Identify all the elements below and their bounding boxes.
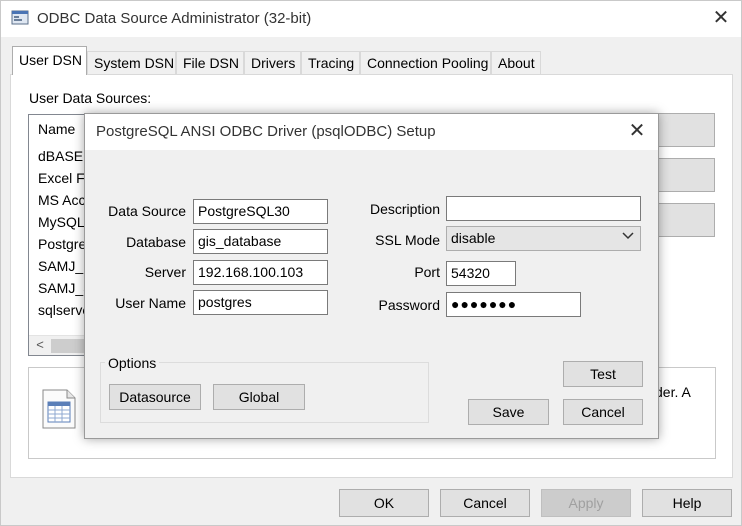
- tab-about[interactable]: About: [491, 51, 541, 74]
- user-name-label: User Name: [115, 295, 186, 311]
- test-button[interactable]: Test: [563, 361, 643, 387]
- database-field[interactable]: gis_database: [193, 229, 328, 254]
- server-field[interactable]: 192.168.100.103: [193, 260, 328, 285]
- info-text: der. A: [655, 384, 691, 400]
- save-button[interactable]: Save: [468, 399, 549, 425]
- ok-button[interactable]: OK: [339, 489, 429, 517]
- window-title: ODBC Data Source Administrator (32-bit): [37, 10, 312, 27]
- global-button[interactable]: Global: [213, 384, 305, 410]
- description-field[interactable]: [446, 196, 641, 221]
- ssl-mode-label: SSL Mode: [375, 232, 440, 248]
- tab-system-dsn[interactable]: System DSN: [87, 51, 176, 74]
- port-field[interactable]: 54320: [446, 261, 516, 286]
- scroll-left-icon[interactable]: <: [31, 337, 49, 355]
- list-item[interactable]: Excel Fil: [38, 170, 91, 186]
- list-item[interactable]: dBASE I: [38, 148, 91, 164]
- options-label: Options: [105, 355, 160, 371]
- description-label: Description: [369, 201, 440, 217]
- close-icon[interactable]: ✕: [707, 7, 735, 31]
- user-name-field[interactable]: postgres: [193, 290, 328, 315]
- ssl-mode-value: disable: [451, 230, 496, 246]
- document-grid-icon: [39, 388, 79, 430]
- password-field[interactable]: ●●●●●●●: [446, 292, 581, 317]
- tab-drivers[interactable]: Drivers: [244, 51, 301, 74]
- odbc-app-icon: [11, 10, 29, 26]
- ssl-mode-select[interactable]: disable: [446, 226, 641, 251]
- port-label: Port: [414, 264, 440, 280]
- data-source-label: Data Source: [108, 203, 186, 219]
- cancel-button[interactable]: Cancel: [440, 489, 530, 517]
- tab-file-dsn[interactable]: File DSN: [176, 51, 244, 74]
- title-bar[interactable]: ODBC Data Source Administrator (32-bit) …: [1, 1, 741, 37]
- server-label: Server: [144, 264, 186, 280]
- setup-title-bar[interactable]: PostgreSQL ANSI ODBC Driver (psqlODBC) S…: [85, 114, 658, 150]
- list-item[interactable]: MySQL-: [38, 214, 89, 230]
- list-item[interactable]: sqlserve: [38, 302, 90, 318]
- help-button[interactable]: Help: [642, 489, 732, 517]
- datasource-button[interactable]: Datasource: [109, 384, 201, 410]
- password-label: Password: [378, 297, 440, 313]
- psqlodbc-setup-dialog: PostgreSQL ANSI ODBC Driver (psqlODBC) S…: [84, 113, 659, 439]
- tab-user-dsn[interactable]: User DSN: [12, 46, 87, 75]
- setup-cancel-button[interactable]: Cancel: [563, 399, 643, 425]
- list-item[interactable]: MS Acc: [38, 192, 85, 208]
- user-data-sources-label: User Data Sources:: [29, 90, 152, 106]
- apply-button[interactable]: Apply: [541, 489, 631, 517]
- data-source-field[interactable]: PostgreSQL30: [193, 199, 328, 224]
- close-icon[interactable]: ✕: [623, 120, 651, 144]
- setup-dialog-title: PostgreSQL ANSI ODBC Driver (psqlODBC) S…: [96, 123, 436, 140]
- database-label: Database: [126, 234, 186, 250]
- chevron-down-icon: [622, 229, 634, 244]
- tab-connection-pooling[interactable]: Connection Pooling: [360, 51, 491, 74]
- tab-tracing[interactable]: Tracing: [301, 51, 360, 74]
